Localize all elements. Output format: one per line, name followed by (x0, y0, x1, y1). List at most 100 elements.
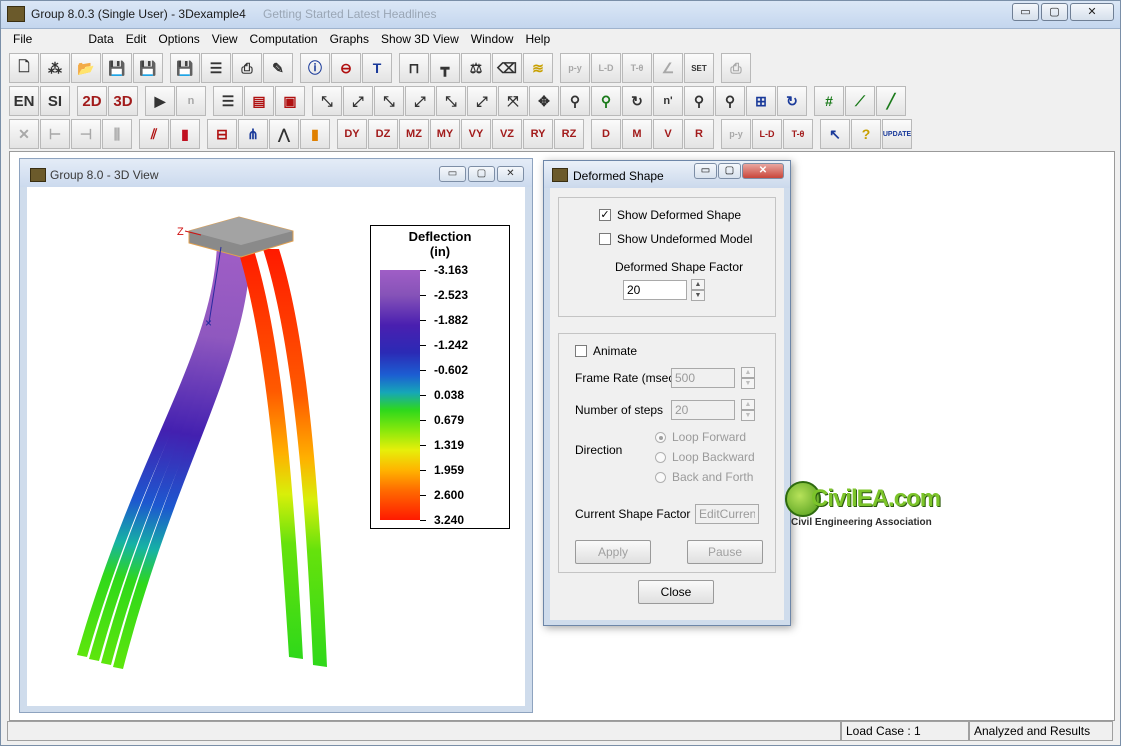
export-button[interactable]: 💾 (170, 53, 200, 83)
color-scale-button[interactable]: ▮ (170, 119, 200, 149)
spin-down-icon[interactable]: ▼ (741, 378, 755, 389)
tool-edit-button[interactable]: ⌫ (492, 53, 522, 83)
load-deflect-button[interactable]: ⋀ (269, 119, 299, 149)
pin-button[interactable]: ⚲ (684, 86, 714, 116)
view-2d-button[interactable]: 2D (77, 86, 107, 116)
report-button[interactable]: ☰ (201, 53, 231, 83)
menu-help[interactable]: Help (519, 32, 556, 46)
view-close-button[interactable]: ✕ (497, 166, 524, 182)
menu-file[interactable]: File (1, 32, 38, 46)
close-window-button[interactable]: ✕ (1070, 3, 1114, 21)
axis-yz-button[interactable]: ⤢ (467, 86, 497, 116)
line-button[interactable]: ╱ (876, 86, 906, 116)
edit-notes-button[interactable]: ✎ (263, 53, 293, 83)
save-button[interactable]: 💾 (102, 53, 132, 83)
print-button[interactable]: ⎙ (232, 53, 262, 83)
spring-button[interactable]: ⫼ (102, 119, 132, 149)
pile-arrow-right-button[interactable]: ⊣ (71, 119, 101, 149)
show-undeformed-checkbox[interactable] (599, 233, 611, 245)
dz-button[interactable]: DZ (368, 119, 398, 149)
run-analysis-button[interactable]: ▶ (145, 86, 175, 116)
spin-up-icon[interactable]: ▲ (741, 399, 755, 410)
py-set-button[interactable]: p-y (560, 53, 590, 83)
apply-button[interactable]: Apply (575, 540, 651, 564)
english-units-button[interactable]: EN (9, 86, 39, 116)
open-file-button[interactable]: 📂 (71, 53, 101, 83)
info-button[interactable]: ⓘ (300, 53, 330, 83)
update-button[interactable]: UPDATE (882, 119, 912, 149)
view-maximize-button[interactable]: ▢ (468, 166, 495, 182)
new-template-button[interactable]: ⁂ (40, 53, 70, 83)
pause-button[interactable]: Pause (687, 540, 763, 564)
ld-set-button[interactable]: L-D (591, 53, 621, 83)
set-button[interactable]: SET (684, 53, 714, 83)
new-file-button[interactable]: 🗋 (9, 53, 39, 83)
m-button[interactable]: M (622, 119, 652, 149)
animate-checkbox[interactable] (575, 345, 587, 357)
maximize-button[interactable]: ▢ (1041, 3, 1068, 21)
soil-layers-button[interactable]: ≋ (523, 53, 553, 83)
si-units-button[interactable]: SI (40, 86, 70, 116)
pan-button[interactable]: ✥ (529, 86, 559, 116)
back-and-forth-radio[interactable] (655, 471, 666, 483)
spin-down-icon[interactable]: ▼ (741, 410, 755, 421)
section-view-button[interactable]: ⊟ (207, 119, 237, 149)
view-minimize-button[interactable]: ▭ (439, 166, 466, 182)
loop-forward-radio[interactable] (655, 431, 666, 443)
py-curve-button[interactable]: p-y (721, 119, 751, 149)
cap-button[interactable]: ⊓ (399, 53, 429, 83)
rz-button[interactable]: RZ (554, 119, 584, 149)
animate-row[interactable]: Animate (575, 344, 637, 358)
vz-button[interactable]: VZ (492, 119, 522, 149)
ld-curve-button[interactable]: L-D (752, 119, 782, 149)
section-button[interactable]: ⊖ (331, 53, 361, 83)
tq-set-button[interactable]: T-θ (622, 53, 652, 83)
pile-arrow-left-button[interactable]: ⊢ (40, 119, 70, 149)
dy-button[interactable]: DY (337, 119, 367, 149)
v-button[interactable]: V (653, 119, 683, 149)
cap-view-button[interactable]: ▣ (275, 86, 305, 116)
menu-options[interactable]: Options (152, 32, 205, 46)
deformed-factor-input[interactable] (623, 280, 687, 300)
menu-computation[interactable]: Computation (244, 32, 324, 46)
r-button[interactable]: R (684, 119, 714, 149)
show-deformed-row[interactable]: ✓ Show Deformed Shape (599, 208, 741, 222)
frame-rate-spinner[interactable]: ▲ ▼ (741, 367, 755, 389)
menu-window[interactable]: Window (465, 32, 520, 46)
spin-up-icon[interactable]: ▲ (741, 367, 755, 378)
steps-spinner[interactable]: ▲ ▼ (741, 399, 755, 421)
loads-button[interactable]: ⚖ (461, 53, 491, 83)
menu-graphs[interactable]: Graphs (324, 32, 375, 46)
cross-tool-button[interactable]: ✕ (9, 119, 39, 149)
tq-curve-button[interactable]: T-θ (783, 119, 813, 149)
layer-bar-button[interactable]: ▮ (300, 119, 330, 149)
help-button[interactable]: ? (851, 119, 881, 149)
loop-forward-option[interactable]: Loop Forward (655, 430, 746, 444)
menu-view[interactable]: View (206, 32, 244, 46)
back-and-forth-option[interactable]: Back and Forth (655, 470, 753, 484)
menu-data[interactable]: Data (82, 32, 119, 46)
vy-button[interactable]: VY (461, 119, 491, 149)
3d-view-canvas[interactable]: Z × Deflection (in) -3.163 -2.523 -1.882… (27, 187, 525, 706)
axis-yx-button[interactable]: ⤢ (343, 86, 373, 116)
grid-button[interactable]: ⊞ (746, 86, 776, 116)
ry-button[interactable]: RY (523, 119, 553, 149)
axis-xy-button[interactable]: ⤡ (312, 86, 342, 116)
node-button[interactable]: ⚲ (560, 86, 590, 116)
ei-set-button[interactable]: ∠ (653, 53, 683, 83)
rotate-button[interactable]: ↻ (622, 86, 652, 116)
my-button[interactable]: MY (430, 119, 460, 149)
mesh-button[interactable]: # (814, 86, 844, 116)
deflection-diagram-button[interactable]: ⫽ (139, 119, 169, 149)
loop-backward-radio[interactable] (655, 451, 666, 463)
load-case-button[interactable]: n (176, 86, 206, 116)
axis-3d-button[interactable]: ⤧ (498, 86, 528, 116)
pile-button[interactable]: T (362, 53, 392, 83)
d-button[interactable]: D (591, 119, 621, 149)
print-report-button[interactable]: ⎙ (721, 53, 751, 83)
axis-xz-button[interactable]: ⤢ (405, 86, 435, 116)
menu-show-3d-view[interactable]: Show 3D View (375, 32, 465, 46)
pile-number-button[interactable]: n' (653, 86, 683, 116)
node-select-button[interactable]: ⚲ (591, 86, 621, 116)
frame-rate-input[interactable] (671, 368, 735, 388)
